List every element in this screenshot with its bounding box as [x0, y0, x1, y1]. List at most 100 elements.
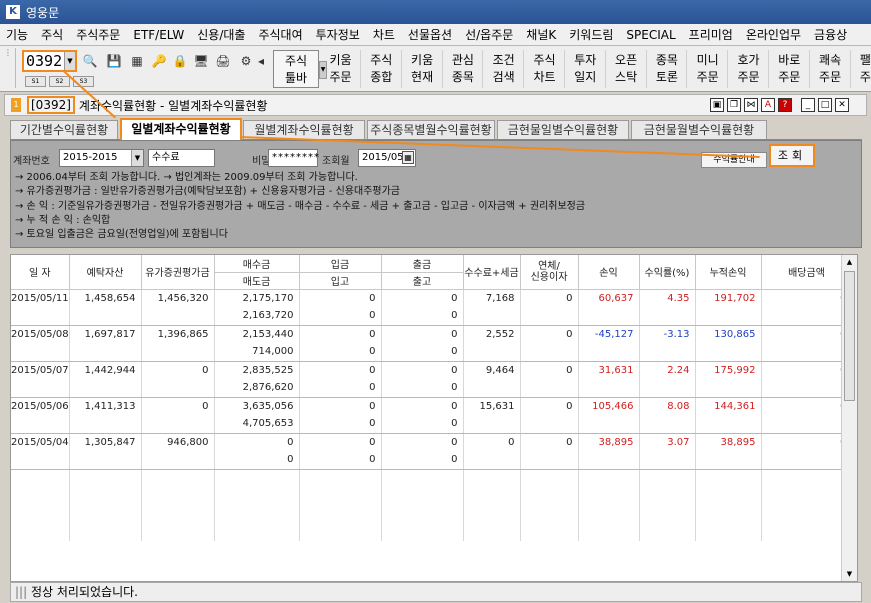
toolbar-button[interactable]: 호가 주문	[729, 50, 769, 88]
header-buy[interactable]: 매수금	[214, 255, 300, 273]
menu-item[interactable]: 프리미엄	[689, 26, 733, 43]
save-icon[interactable]: 💾	[106, 53, 122, 69]
table-row[interactable]: 2015/05/04 1,305,847 946,800 0 0 0 0 0 38,895 3.0…	[11, 433, 853, 470]
screen-code-input[interactable]: 0392 ▼	[22, 50, 77, 72]
header-fee[interactable]: 수수료+세금	[463, 255, 521, 290]
scroll-up-icon[interactable]: ▲	[842, 255, 857, 269]
table-cell: 2,835,525	[214, 361, 300, 379]
header-rate[interactable]: 수익률(%)	[639, 255, 696, 290]
header-dividend[interactable]: 배당금액	[761, 255, 853, 290]
toolbar-button[interactable]: 주식 차트	[525, 50, 565, 88]
chevron-down-icon[interactable]: ▼	[131, 150, 143, 166]
close-icon[interactable]: ✕	[835, 98, 849, 112]
account-select[interactable]: 2015-2015 ▼	[59, 149, 144, 167]
toolbar-button-label: 키움	[329, 53, 352, 67]
menu-item[interactable]: 기능	[6, 26, 28, 43]
toolbar-button[interactable]: 키움 현재	[403, 50, 443, 88]
menu-item[interactable]: 금융상	[814, 26, 847, 43]
minimize-icon[interactable]: _	[801, 98, 815, 112]
copy-window-icon[interactable]: ❐	[727, 98, 741, 112]
header-eval[interactable]: 유가증권평가금	[141, 255, 215, 290]
header-date[interactable]: 일 자	[11, 255, 70, 290]
monitor-icon[interactable]: 🖥	[193, 53, 209, 69]
lock-key-icon[interactable]: 🔑	[151, 53, 167, 69]
menu-item[interactable]: 주식대여	[258, 26, 302, 43]
header-overdue[interactable]: 연체/ 신용이자	[520, 255, 579, 290]
toolbar-button[interactable]: 바로 주문	[770, 50, 810, 88]
toolbar-button[interactable]: 종목 토론	[647, 50, 688, 88]
layout-icon[interactable]: ▣	[710, 98, 724, 112]
header-cum[interactable]: 누적손익	[695, 255, 762, 290]
empty-cell	[214, 523, 300, 541]
header-sell[interactable]: 매도금	[214, 272, 300, 290]
menu-item[interactable]: 주식	[41, 26, 63, 43]
header-in[interactable]: 입금	[299, 255, 382, 273]
menu-item[interactable]: 차트	[373, 26, 395, 43]
chevron-left-icon[interactable]: ◂	[257, 53, 265, 69]
toolbar-button[interactable]: 관심 종목	[443, 50, 484, 88]
scrollbar-thumb[interactable]	[844, 271, 855, 401]
help-icon[interactable]: ?	[778, 98, 792, 112]
table-row[interactable]: 2015/05/11 1,458,654 1,456,320 2,175,170 0 0 7…	[11, 289, 853, 326]
menu-item[interactable]: 주식주문	[76, 26, 120, 43]
printer-icon[interactable]: 🖨	[215, 53, 231, 69]
header-deposit[interactable]: 예탁자산	[69, 255, 142, 290]
toolbar-button[interactable]: 주식 종합	[362, 50, 402, 88]
vertical-scrollbar[interactable]: ▲ ▼	[841, 255, 857, 581]
toolbar-button[interactable]: 조건 검색	[484, 50, 525, 88]
calculator-icon[interactable]: ▦	[129, 53, 145, 69]
menu-item[interactable]: ETF/ELW	[133, 28, 184, 42]
table-row[interactable]: 2015/05/06 1,411,313 0 3,635,056 0 0 15,631 0 10…	[11, 397, 853, 434]
tab-item[interactable]: 금현물월별수익률현황	[631, 120, 767, 139]
empty-cell	[761, 505, 853, 523]
table-row[interactable]: 2015/05/08 1,697,817 1,396,865 2,153,440 0 0 2…	[11, 325, 853, 362]
toolbar-button[interactable]: 미니 주문	[688, 50, 729, 88]
empty-cell	[69, 523, 142, 541]
menu-item[interactable]: 선물옵션	[408, 26, 452, 43]
search-icon[interactable]: 🔍	[82, 53, 98, 69]
menu-item[interactable]: 투자정보	[316, 26, 360, 43]
tab-item[interactable]: 기간별수익률현황	[10, 120, 118, 139]
toolbar-button[interactable]: 오픈 스탁	[607, 50, 647, 88]
empty-row	[11, 505, 853, 523]
menu-item[interactable]: 온라인업무	[746, 26, 801, 43]
table-cell: -3.13	[639, 325, 696, 362]
password-field[interactable]: ********	[268, 149, 319, 167]
stock-toolbar-button[interactable]: 주식 툴바 ▼	[273, 50, 327, 88]
gear-icon[interactable]: ⚙	[238, 53, 254, 69]
tab-item[interactable]: 일별계좌수익률현황	[120, 118, 242, 140]
toolbar-button[interactable]: 쾌속 주문	[811, 50, 851, 88]
menu-item[interactable]: 선/옵주문	[465, 26, 513, 43]
toolbar-button[interactable]: 키움 주문	[321, 50, 361, 88]
header-out[interactable]: 출금	[381, 255, 464, 273]
link-icon[interactable]: ⋈	[744, 98, 758, 112]
tab-item[interactable]: 주식종목별월수익률현황	[367, 120, 495, 139]
menu-item[interactable]: 키워드림	[569, 26, 613, 43]
toolbar-grip[interactable]: ⋮	[4, 48, 16, 88]
toolbar-button-label: 종목	[451, 70, 474, 84]
empty-cell	[463, 487, 521, 505]
header-pnl[interactable]: 손익	[578, 255, 640, 290]
tab-item[interactable]: 금현물일별수익률현황	[497, 120, 629, 139]
calendar-icon[interactable]: ▦	[402, 151, 414, 164]
maximize-icon[interactable]: □	[818, 98, 832, 112]
lock-icon[interactable]: 🔒	[172, 53, 188, 69]
menu-item[interactable]: 신용/대출	[197, 26, 245, 43]
header-out2[interactable]: 출고	[381, 272, 464, 290]
query-month-field[interactable]: 2015/05 ▦	[358, 149, 416, 167]
query-button[interactable]: 조회	[769, 144, 815, 167]
toolbar-button[interactable]: 팰천주문	[851, 50, 871, 88]
scroll-down-icon[interactable]: ▼	[842, 567, 857, 581]
chevron-down-icon[interactable]: ▼	[64, 52, 75, 70]
menu-item[interactable]: SPECIAL	[626, 28, 675, 42]
mini-tab-s1[interactable]: S1	[25, 76, 46, 87]
main-toolbar: ⋮ 0392 ▼ S1 S2 S3 🔍 💾 ▦ 🔑 🔒 🖥 🖨 ⚙ ◂ 주식 툴…	[0, 46, 871, 92]
table-cell: 4.35	[639, 289, 696, 326]
table-row[interactable]: 2015/05/07 1,442,944 0 2,835,525 0 0 9,464 0 31,…	[11, 361, 853, 398]
menu-item[interactable]: 채널K	[526, 26, 556, 43]
screen-code-value[interactable]: 0392	[24, 52, 64, 70]
header-in2[interactable]: 입고	[299, 272, 382, 290]
mini-tab-s2[interactable]: S2	[49, 76, 70, 87]
font-icon[interactable]: A	[761, 98, 775, 112]
toolbar-button[interactable]: 투자 일지	[566, 50, 606, 88]
